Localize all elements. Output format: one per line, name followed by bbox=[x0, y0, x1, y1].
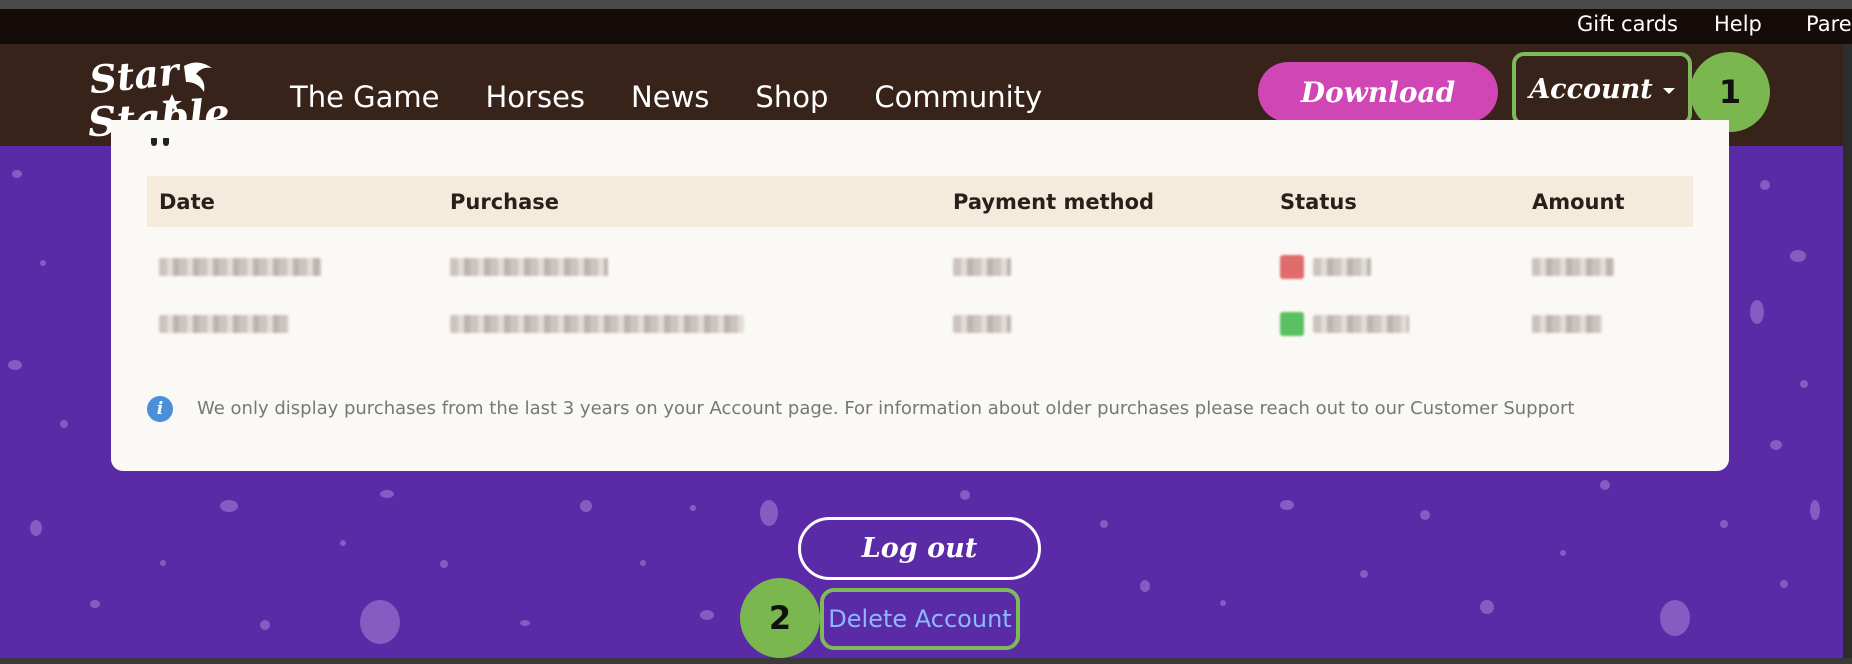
gift-cards-link[interactable]: Gift cards bbox=[1577, 12, 1678, 36]
nav-item-horses[interactable]: Horses bbox=[486, 80, 586, 114]
delete-account-link[interactable]: Delete Account bbox=[820, 588, 1020, 650]
window-top-edge bbox=[0, 0, 1852, 9]
column-payment-method: Payment method bbox=[953, 190, 1155, 214]
payment-cell-redacted bbox=[953, 315, 1011, 333]
purchase-info-note: i We only display purchases from the las… bbox=[147, 396, 1707, 424]
caret-down-icon bbox=[1662, 88, 1675, 94]
status-cell-redacted bbox=[1313, 315, 1409, 333]
purchase-cell-redacted bbox=[450, 258, 608, 276]
purchase-table-header: Date Purchase Payment method Status Amou… bbox=[147, 176, 1693, 227]
annotation-step-2: 2 bbox=[740, 578, 820, 658]
amount-cell-redacted bbox=[1532, 258, 1614, 276]
date-cell-redacted bbox=[159, 315, 289, 333]
nav-item-community[interactable]: Community bbox=[874, 80, 1042, 114]
status-approved-icon bbox=[1280, 312, 1304, 336]
utility-bar: Gift cards Help Pare bbox=[0, 9, 1852, 44]
primary-nav: The Game Horses News Shop Community bbox=[290, 80, 1042, 114]
payment-cell-redacted bbox=[953, 258, 1011, 276]
account-menu-button[interactable]: Account bbox=[1512, 52, 1692, 126]
status-cell-redacted bbox=[1313, 258, 1371, 276]
card-heading-clipped bbox=[151, 138, 411, 150]
nav-item-the-game[interactable]: The Game bbox=[290, 80, 440, 114]
table-row bbox=[147, 246, 1693, 286]
logout-button[interactable]: Log out bbox=[798, 517, 1041, 580]
column-date: Date bbox=[159, 190, 215, 214]
info-icon: i bbox=[147, 396, 173, 422]
help-link[interactable]: Help bbox=[1714, 12, 1762, 36]
info-text: We only display purchases from the last … bbox=[197, 398, 1575, 419]
status-failed-icon bbox=[1280, 255, 1304, 279]
page: Gift cards Help Pare Star Stable The Gam… bbox=[0, 0, 1852, 664]
nav-item-news[interactable]: News bbox=[631, 80, 709, 114]
parents-link[interactable]: Pare bbox=[1806, 12, 1852, 36]
column-purchase: Purchase bbox=[450, 190, 560, 214]
purchase-cell-redacted bbox=[450, 315, 744, 333]
column-amount: Amount bbox=[1532, 190, 1625, 214]
date-cell-redacted bbox=[159, 258, 321, 276]
column-status: Status bbox=[1280, 190, 1357, 214]
nav-item-shop[interactable]: Shop bbox=[755, 80, 828, 114]
purchase-history-card: Date Purchase Payment method Status Amou… bbox=[111, 120, 1729, 471]
table-row bbox=[147, 303, 1693, 343]
amount-cell-redacted bbox=[1532, 315, 1602, 333]
download-button[interactable]: Download bbox=[1258, 62, 1498, 122]
account-label: Account bbox=[1529, 73, 1653, 105]
window-right-edge bbox=[1843, 44, 1852, 664]
window-bottom-edge bbox=[0, 658, 1852, 664]
